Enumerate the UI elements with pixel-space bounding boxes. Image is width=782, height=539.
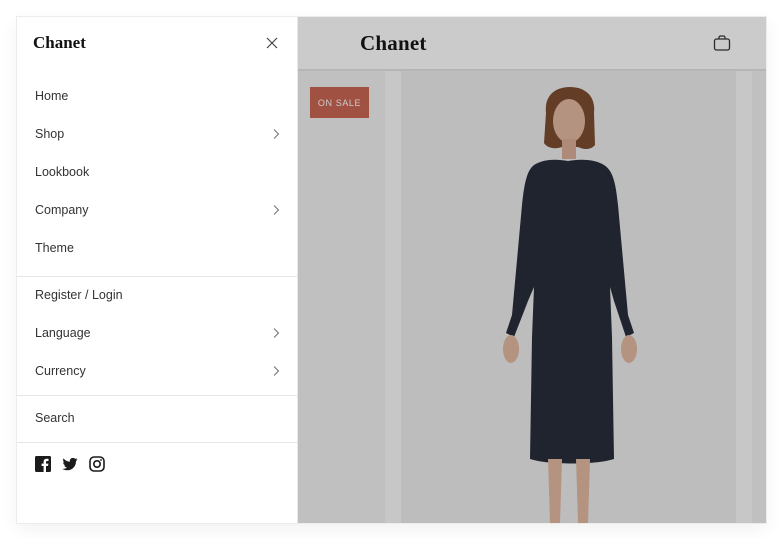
menu-item-label: Company [35,203,89,217]
menu-item-shop[interactable]: Shop [17,115,298,153]
chevron-right-icon [273,129,280,139]
menu-item-label: Shop [35,127,65,141]
menu-item-currency[interactable]: Currency [17,352,298,390]
close-icon[interactable] [265,36,279,50]
menu-item-company[interactable]: Company [17,191,298,229]
drawer-header: Chanet [17,17,298,70]
menu-item-label: Theme [35,241,74,255]
instagram-icon[interactable] [89,456,105,472]
menu-item-lookbook[interactable]: Lookbook [17,153,298,191]
menu-item-theme[interactable]: Theme [17,229,298,267]
divider [17,395,298,396]
menu-item-register-login[interactable]: Register / Login [17,276,298,314]
twitter-icon[interactable] [62,456,78,472]
menu-item-search[interactable]: Search [17,399,298,437]
menu-item-label: Language [35,326,91,340]
social-links [35,456,105,472]
facebook-icon[interactable] [35,456,51,472]
menu-item-label: Home [35,89,69,103]
store-page: Chanet ON SALE [298,17,766,523]
menu-item-label: Register / Login [35,288,123,302]
menu-item-label: Search [35,411,75,425]
app-frame: Chanet ON SALE Chanet Home Shop Lookbook… [17,17,766,523]
drawer-logo[interactable]: Chanet [33,33,86,53]
nav-drawer: Chanet Home Shop Lookbook Company Theme … [17,17,298,523]
menu-item-label: Lookbook [35,165,90,179]
chevron-right-icon [273,328,280,338]
chevron-right-icon [273,205,280,215]
divider [17,442,298,443]
page-dim-overlay[interactable] [298,17,766,523]
menu-item-label: Currency [35,364,86,378]
chevron-right-icon [273,366,280,376]
menu-item-language[interactable]: Language [17,314,298,352]
menu-item-home[interactable]: Home [17,77,298,115]
